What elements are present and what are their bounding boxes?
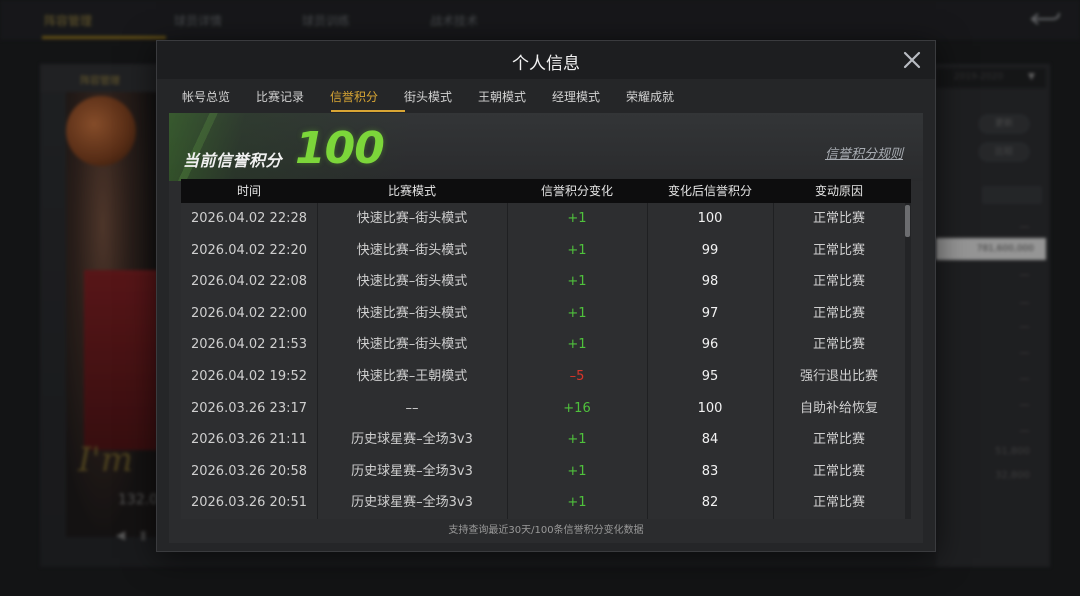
cell-time: 2026.04.02 22:08 <box>190 274 308 290</box>
cell-after: 100 <box>697 211 723 226</box>
tab-street-mode[interactable]: 街头模式 <box>393 81 463 113</box>
dialog-title: 个人信息 <box>512 54 580 74</box>
column-divider <box>317 203 318 519</box>
cell-reason: 正常比赛 <box>812 211 865 226</box>
cell-time: 2026.04.02 22:00 <box>190 305 308 321</box>
tab-account-overview[interactable]: 帐号总览 <box>171 81 241 113</box>
cell-after: 98 <box>701 274 719 290</box>
cell-mode: –– <box>405 400 419 416</box>
column-header-mode: 比赛模式 <box>387 184 436 198</box>
cell-time: 2026.03.26 23:17 <box>190 400 308 416</box>
column-divider <box>507 203 508 519</box>
table-row: 2026.04.02 22:08 快速比赛–街头模式 +1 98 正常比赛 <box>181 266 905 298</box>
cell-reason: 自助补给恢复 <box>799 400 878 416</box>
cell-change: –5 <box>569 369 585 384</box>
cell-change: +1 <box>567 211 587 226</box>
cell-mode: 快速比赛–王朝模式 <box>356 369 468 384</box>
column-divider <box>773 203 774 519</box>
close-icon <box>903 51 921 69</box>
cell-mode: 快速比赛–街头模式 <box>356 242 468 258</box>
cell-time: 2026.03.26 20:58 <box>190 463 308 479</box>
tab-match-records[interactable]: 比赛记录 <box>245 81 315 113</box>
table-body[interactable]: 2026.04.02 22:28 快速比赛–街头模式 +1 100 正常比赛 2026.0… <box>181 203 905 519</box>
cell-after: 82 <box>701 495 719 511</box>
credit-history-table: 时间 比赛模式 信誉积分变化 变化后信誉积分 变动原因 2026.04.02 2… <box>181 179 911 519</box>
cell-reason: 正常比赛 <box>812 463 865 479</box>
cell-reason: 正常比赛 <box>812 337 865 353</box>
cell-after: 95 <box>701 369 719 384</box>
cell-time: 2026.04.02 19:52 <box>190 369 308 384</box>
cell-mode: 历史球星赛–全场3v3 <box>351 495 473 511</box>
table-scrollbar-thumb[interactable] <box>905 205 910 237</box>
table-row: 2026.03.26 20:51 历史球星赛–全场3v3 +1 82 正常比赛 <box>181 487 905 519</box>
cell-time: 2026.04.02 21:53 <box>190 337 308 353</box>
dialog-header: 个人信息 <box>157 41 935 79</box>
cell-after: 97 <box>701 305 719 321</box>
cell-after: 84 <box>701 432 719 448</box>
table-header: 时间 比赛模式 信誉积分变化 变化后信誉积分 变动原因 <box>181 179 911 203</box>
cell-change: +1 <box>567 274 587 290</box>
cell-mode: 历史球星赛–全场3v3 <box>351 432 473 448</box>
credit-score-panel: 当前信誉积分 100 信誉积分规则 时间 比赛模式 信誉积分变化 变化后信誉积分… <box>169 113 923 543</box>
cell-reason: 正常比赛 <box>812 242 865 258</box>
cell-time: 2026.04.02 22:20 <box>190 242 308 258</box>
column-divider <box>647 203 648 519</box>
column-header-time: 时间 <box>236 184 261 198</box>
cell-reason: 正常比赛 <box>812 274 865 290</box>
cell-mode: 历史球星赛–全场3v3 <box>351 463 473 479</box>
column-header-change: 信誉积分变化 <box>540 184 613 198</box>
table-row: 2026.03.26 23:17 –– +16 100 自助补给恢复 <box>181 393 905 425</box>
table-footer-note: 支持查询最近30天/100条信誉积分变化数据 <box>448 525 644 536</box>
tab-glory-achievements[interactable]: 荣耀成就 <box>615 81 685 113</box>
cell-reason: 正常比赛 <box>812 305 865 321</box>
cell-mode: 快速比赛–街头模式 <box>356 337 468 353</box>
cell-reason: 正常比赛 <box>812 432 865 448</box>
cell-time: 2026.04.02 22:28 <box>190 211 308 226</box>
personal-info-dialog: 个人信息 帐号总览 比赛记录 信誉积分 街头模式 王朝模式 经理模式 荣耀成就 … <box>156 40 936 552</box>
cell-mode: 快速比赛–街头模式 <box>356 211 468 226</box>
cell-after: 83 <box>701 463 719 479</box>
current-credit-value: 100 <box>295 123 385 174</box>
cell-after: 100 <box>697 400 723 416</box>
cell-change: +1 <box>567 495 587 511</box>
column-header-after: 变化后信誉积分 <box>667 184 752 198</box>
cell-time: 2026.03.26 20:51 <box>190 495 308 511</box>
table-row: 2026.04.02 19:52 快速比赛–王朝模式 –5 95 强行退出比赛 <box>181 361 905 393</box>
cell-change: +1 <box>567 242 587 258</box>
cell-mode: 快速比赛–街头模式 <box>356 305 468 321</box>
active-tab-indicator <box>331 110 405 112</box>
column-header-reason: 变动原因 <box>814 184 863 198</box>
table-row: 2026.04.02 22:28 快速比赛–街头模式 +1 100 正常比赛 <box>181 203 905 235</box>
cell-reason: 正常比赛 <box>812 495 865 511</box>
tab-manager-mode[interactable]: 经理模式 <box>541 81 611 113</box>
table-row: 2026.04.02 22:20 快速比赛–街头模式 +1 99 正常比赛 <box>181 235 905 267</box>
cell-change: +1 <box>567 337 587 353</box>
cell-change: +1 <box>567 305 587 321</box>
cell-mode: 快速比赛–街头模式 <box>356 274 468 290</box>
cell-after: 96 <box>701 337 719 353</box>
tab-credit-score[interactable]: 信誉积分 <box>319 81 389 113</box>
cell-change: +16 <box>563 400 591 416</box>
cell-change: +1 <box>567 432 587 448</box>
credit-score-banner: 当前信誉积分 100 信誉积分规则 <box>169 113 923 181</box>
table-scrollbar[interactable] <box>905 203 911 519</box>
cell-after: 99 <box>701 242 719 258</box>
table-row: 2026.04.02 22:00 快速比赛–街头模式 +1 97 正常比赛 <box>181 298 905 330</box>
current-credit-label: 当前信誉积分 <box>183 151 283 170</box>
table-row: 2026.03.26 20:58 历史球星赛–全场3v3 +1 83 正常比赛 <box>181 456 905 488</box>
cell-reason: 强行退出比赛 <box>799 369 878 384</box>
tab-dynasty-mode[interactable]: 王朝模式 <box>467 81 537 113</box>
table-row: 2026.03.26 21:11 历史球星赛–全场3v3 +1 84 正常比赛 <box>181 424 905 456</box>
cell-change: +1 <box>567 463 587 479</box>
close-button[interactable] <box>901 49 923 71</box>
table-row: 2026.04.02 21:53 快速比赛–街头模式 +1 96 正常比赛 <box>181 329 905 361</box>
credit-rules-link[interactable]: 信誉积分规则 <box>825 143 903 162</box>
cell-time: 2026.03.26 21:11 <box>190 432 308 448</box>
